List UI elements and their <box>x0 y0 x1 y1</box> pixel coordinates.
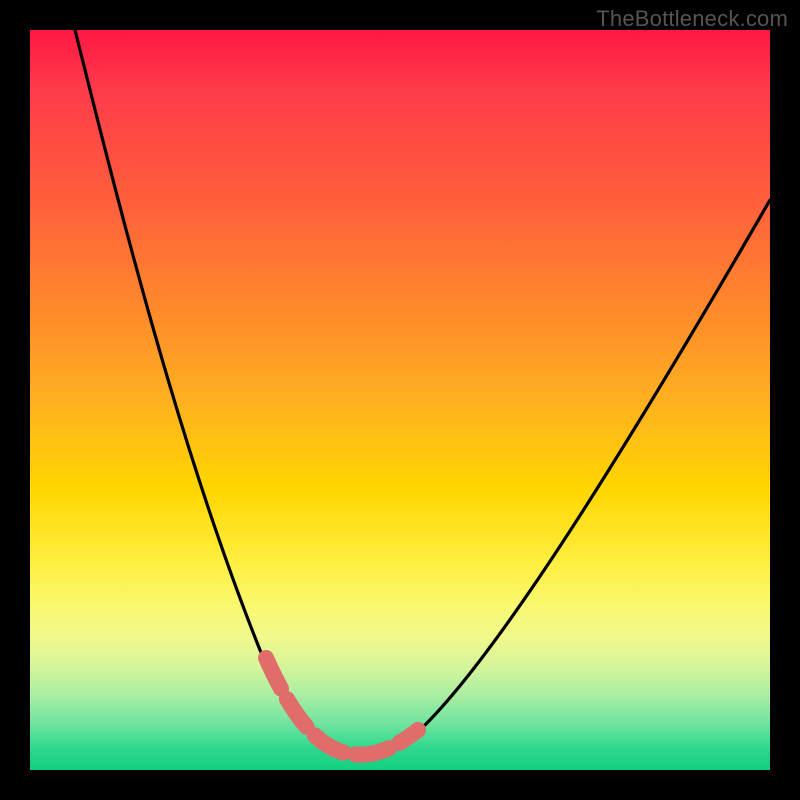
curve-layer <box>30 30 770 770</box>
bottleneck-curve <box>75 30 770 753</box>
plot-area <box>30 30 770 770</box>
chart-frame: TheBottleneck.com <box>0 0 800 800</box>
watermark-text: TheBottleneck.com <box>596 6 788 32</box>
minimum-highlight <box>266 658 418 755</box>
